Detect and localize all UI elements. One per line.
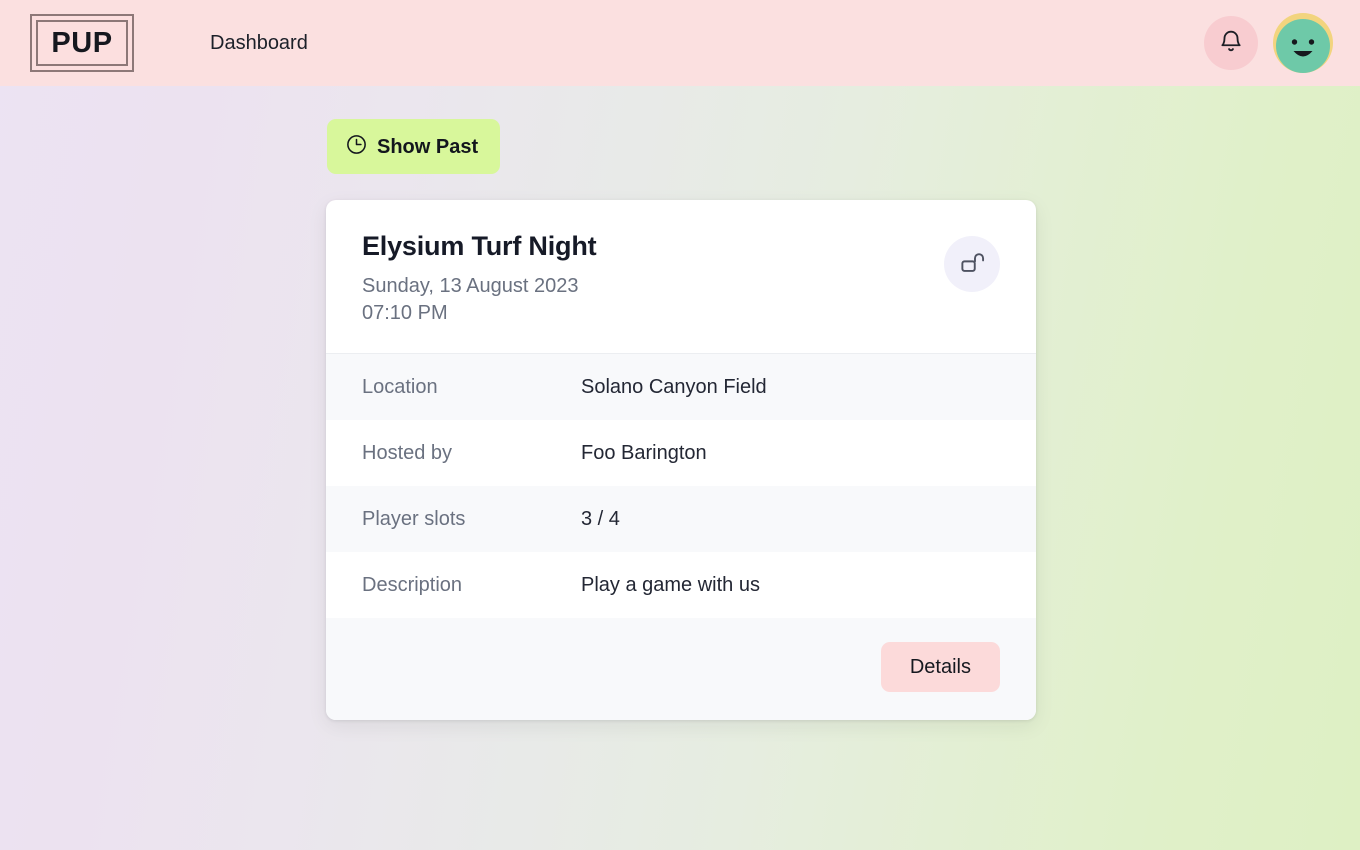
app-header: PUP Dashboard xyxy=(0,0,1360,86)
content-column: Show Past Elysium Turf Night Sunday, 13 … xyxy=(326,119,1036,721)
table-row: Description Play a game with us xyxy=(326,552,1036,619)
event-card-footer: Details xyxy=(326,618,1036,721)
notification-button[interactable] xyxy=(1204,16,1258,70)
avatar[interactable] xyxy=(1272,12,1334,74)
event-time: 07:10 PM xyxy=(362,301,448,324)
detail-label-hosted-by: Hosted by xyxy=(362,441,453,464)
unlocked-padlock-icon xyxy=(959,249,986,279)
event-card-header: Elysium Turf Night Sunday, 13 August 202… xyxy=(326,200,1036,355)
event-card-heading-group: Elysium Turf Night Sunday, 13 August 202… xyxy=(362,230,944,326)
logo-text: PUP xyxy=(51,26,113,59)
show-past-label: Show Past xyxy=(377,135,479,158)
event-date: Sunday, 13 August 2023 xyxy=(362,275,579,298)
event-title: Elysium Turf Night xyxy=(362,231,597,261)
header-actions xyxy=(1204,12,1334,74)
table-row: Player slots 3 / 4 xyxy=(326,486,1036,553)
logo[interactable]: PUP xyxy=(30,14,134,72)
detail-value-description: Play a game with us xyxy=(581,573,760,596)
lock-status-badge[interactable] xyxy=(944,236,1000,292)
detail-value-hosted-by: Foo Barington xyxy=(581,441,707,464)
detail-value-player-slots: 3 / 4 xyxy=(581,507,620,530)
bell-icon xyxy=(1218,29,1244,58)
main-nav: Dashboard xyxy=(210,32,308,55)
clock-icon xyxy=(345,133,368,160)
main-content: Show Past Elysium Turf Night Sunday, 13 … xyxy=(0,86,1360,721)
table-row: Location Solano Canyon Field xyxy=(326,354,1036,421)
show-past-button[interactable]: Show Past xyxy=(327,119,501,174)
event-detail-list: Location Solano Canyon Field Hosted by F… xyxy=(326,354,1036,619)
detail-value-location: Solano Canyon Field xyxy=(581,375,767,398)
nav-item-dashboard[interactable]: Dashboard xyxy=(210,32,308,55)
user-avatar-face xyxy=(1273,13,1333,73)
detail-label-location: Location xyxy=(362,375,438,398)
detail-label-player-slots: Player slots xyxy=(362,507,466,530)
detail-label-description: Description xyxy=(362,573,463,596)
logo-inner-border: PUP xyxy=(36,20,128,66)
event-card: Elysium Turf Night Sunday, 13 August 202… xyxy=(326,200,1036,721)
table-row: Hosted by Foo Barington xyxy=(326,420,1036,487)
details-button[interactable]: Details xyxy=(880,642,1000,693)
